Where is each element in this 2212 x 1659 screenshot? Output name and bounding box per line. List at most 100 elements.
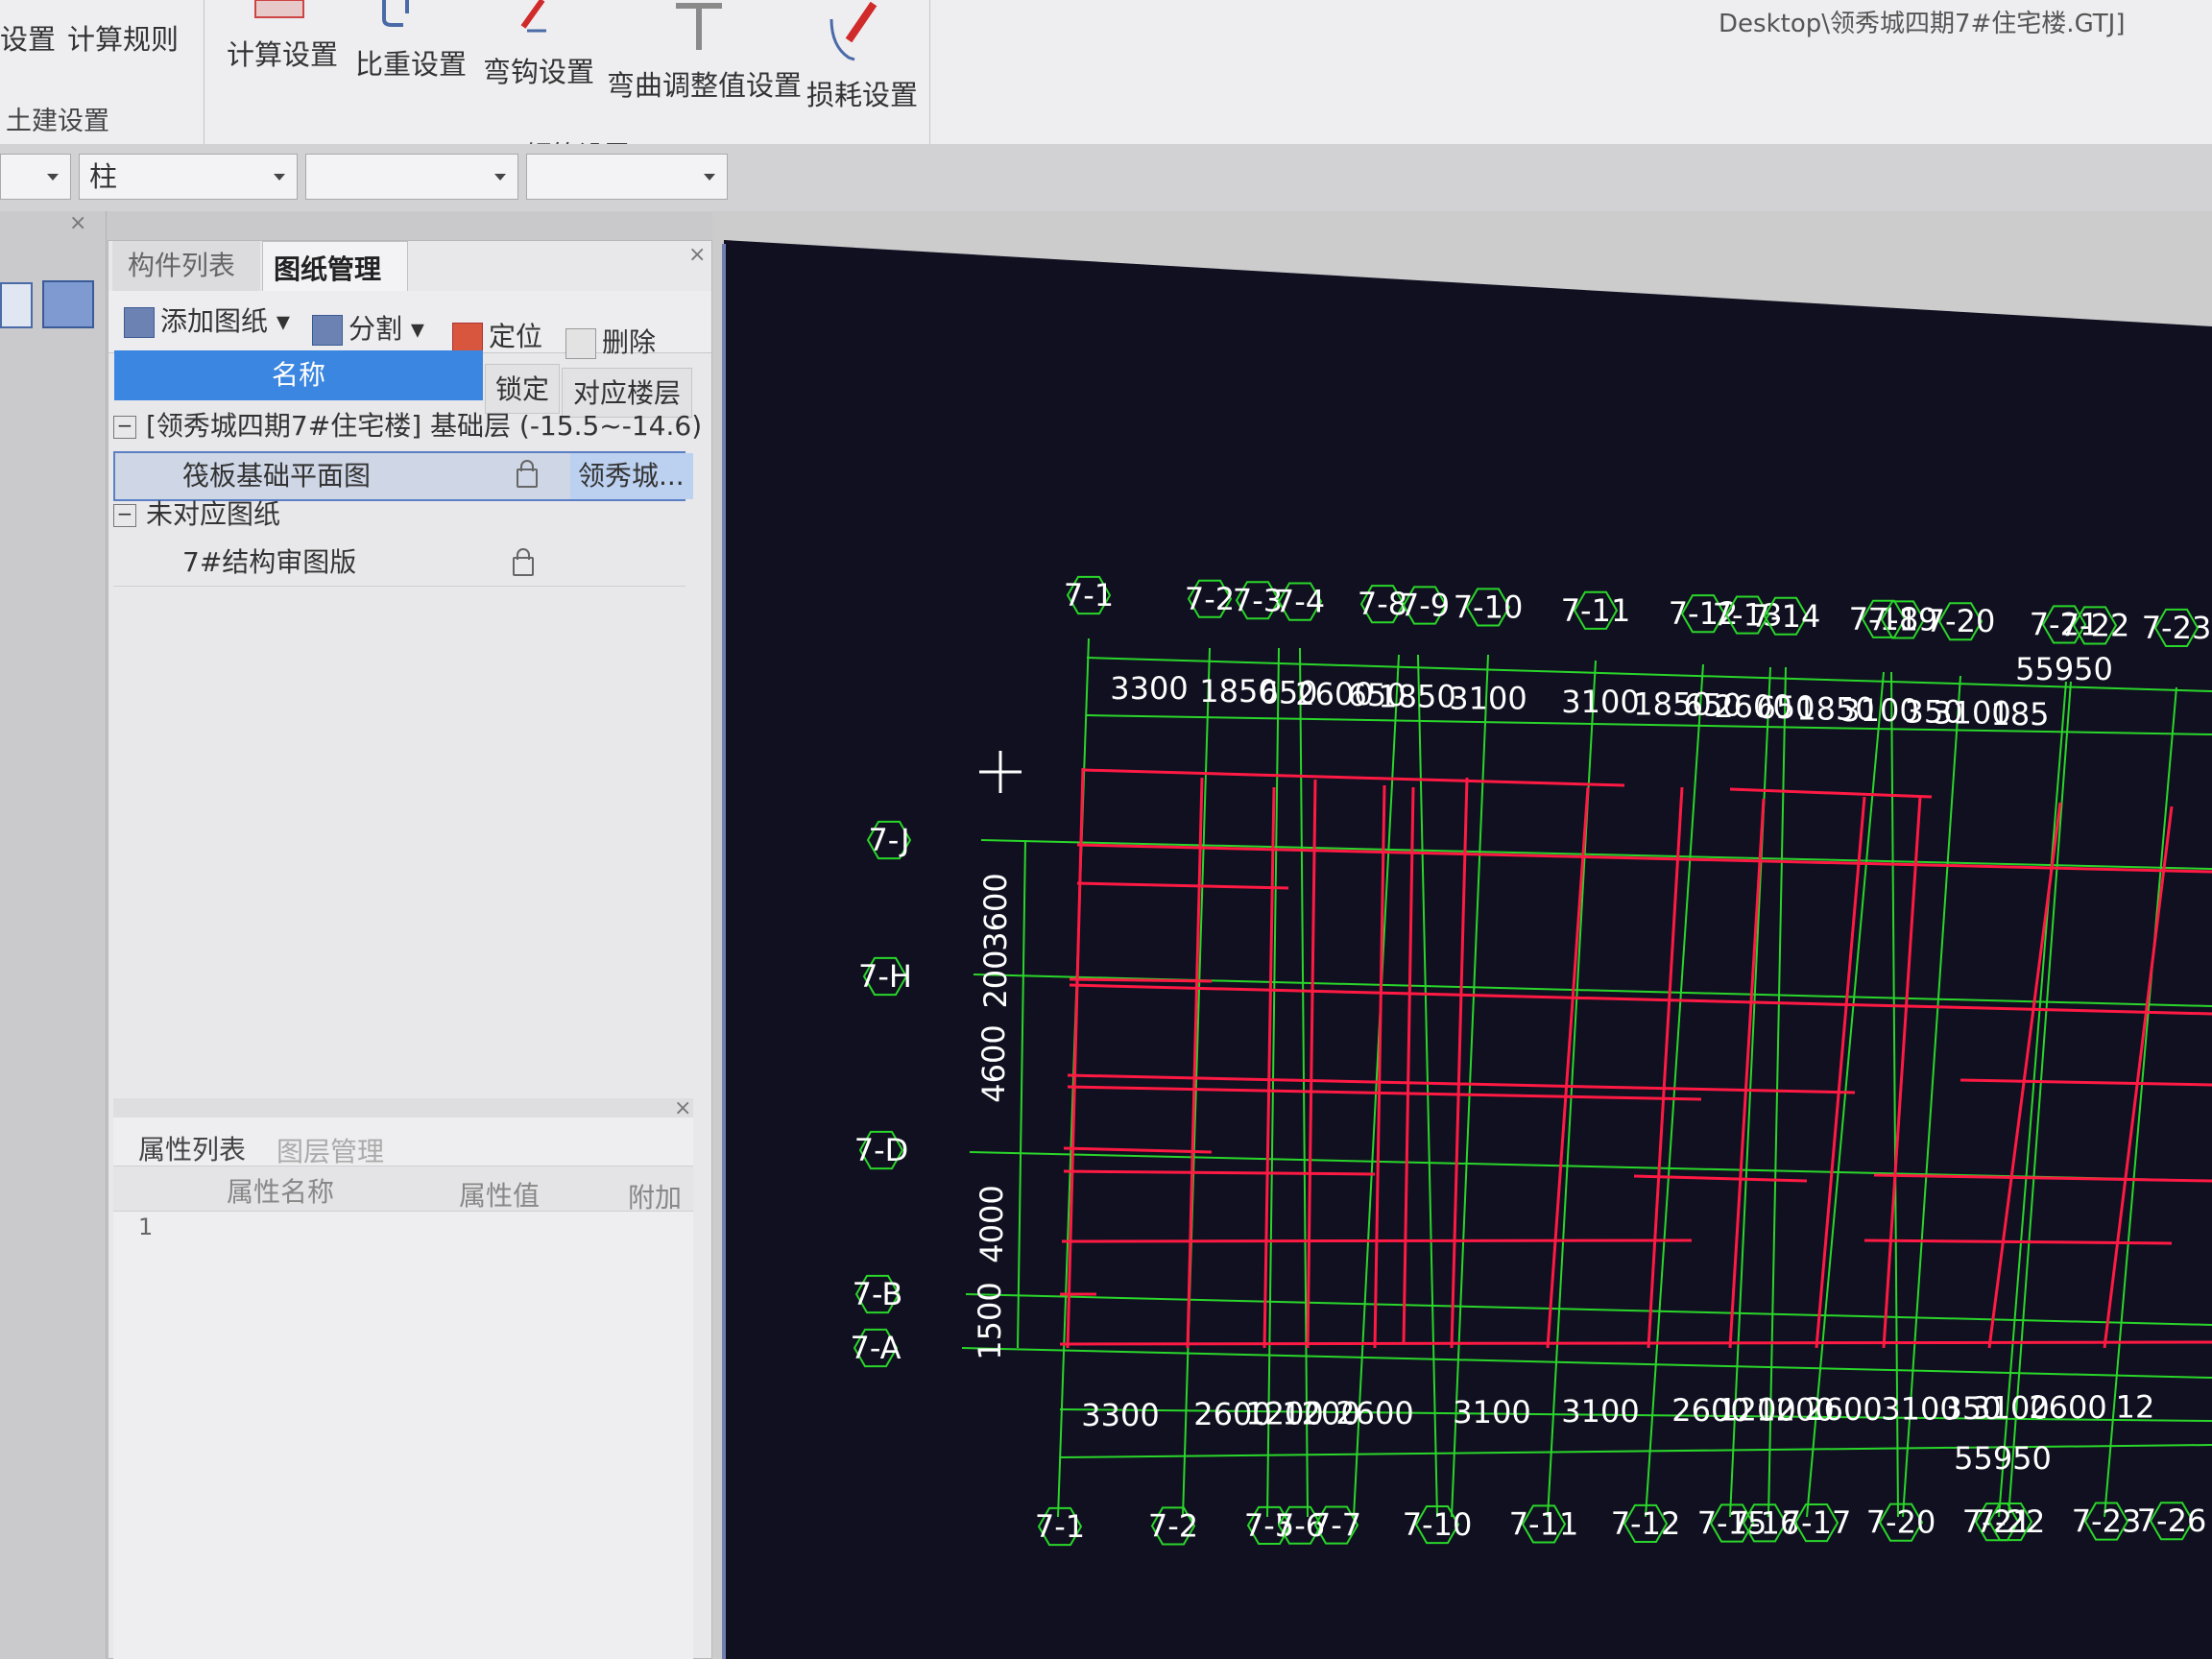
dimension-label-bottom: 2600 bbox=[2029, 1389, 2106, 1426]
property-header bbox=[113, 1166, 693, 1212]
column-attr-value: 属性值 bbox=[459, 1180, 541, 1212]
lock-icon[interactable] bbox=[513, 548, 534, 576]
bottom-total-dimension: 55950 bbox=[1954, 1440, 2052, 1477]
window-title-path: Desktop\领秀城四期7#住宅楼.GTJ] bbox=[1719, 10, 2126, 38]
axis-label-top: 7-2 bbox=[1185, 581, 1235, 617]
axis-label-bottom: 7-11 bbox=[1509, 1505, 1579, 1542]
close-icon[interactable]: × bbox=[688, 243, 706, 267]
weight-settings-icon bbox=[382, 0, 409, 27]
tab-property-list[interactable]: 属性列表 bbox=[138, 1129, 246, 1167]
calc-settings-icon bbox=[254, 0, 304, 18]
close-icon[interactable]: × bbox=[69, 211, 86, 235]
dimension-label-top: 3300 bbox=[1110, 670, 1188, 707]
axis-label-top: 7-1 bbox=[1064, 577, 1114, 613]
ribbon-separator bbox=[929, 0, 930, 144]
ribbon-wangoushezhi[interactable]: 弯钩设置 bbox=[483, 50, 594, 90]
combo-category[interactable] bbox=[0, 154, 71, 200]
axis-label-top: 7-10 bbox=[1454, 589, 1524, 625]
tree-row-unmatched-label: 未对应图纸 bbox=[146, 498, 281, 530]
locate-label: 定位 bbox=[489, 321, 543, 352]
selector-bar: 柱 bbox=[0, 144, 2212, 211]
tab-layer-management[interactable]: 图层管理 bbox=[276, 1131, 384, 1169]
drawing-name: 7#结构审图版 bbox=[182, 546, 357, 578]
tree-row-drawing[interactable]: 7#结构审图版 bbox=[113, 540, 685, 587]
ribbon-sunhaoshezhi[interactable]: 损耗设置 bbox=[806, 73, 918, 113]
dimension-label-left: 4000 bbox=[974, 1185, 1010, 1262]
dimension-label-top: 1850 bbox=[1378, 678, 1455, 714]
splitter[interactable] bbox=[113, 1098, 693, 1118]
axis-label-top: 7-9 bbox=[1400, 588, 1450, 624]
dimension-label-top: 3100 bbox=[1561, 684, 1639, 720]
bend-adjust-icon bbox=[676, 3, 722, 50]
axis-label-bottom: 7-22 bbox=[1976, 1503, 2046, 1540]
dimension-label-left: 1500 bbox=[972, 1282, 1008, 1359]
ribbon-bizhongshezhi[interactable]: 比重设置 bbox=[355, 42, 467, 83]
property-panel: 属性列表 图层管理 属性名称 属性值 附加 1 bbox=[113, 1118, 693, 1659]
dimension-label-bottom: 3300 bbox=[1081, 1397, 1159, 1433]
axis-label-bottom: 7-10 bbox=[1403, 1506, 1473, 1543]
axis-label-bottom: 7-23 bbox=[2072, 1503, 2142, 1540]
tree-row-group[interactable]: − [领秀城四期7#住宅楼] 基础层 (-15.5~-14.6) bbox=[113, 403, 702, 449]
dimension-label-bottom: 2600 bbox=[1804, 1391, 1882, 1428]
add-drawing-label: 添加图纸 bbox=[160, 305, 269, 337]
beam-line bbox=[1069, 977, 1213, 983]
cad-drawing-canvas[interactable]: 55950 55950 7-1 7-27-37-4 7-87-9 7-10 7-11 7-… bbox=[712, 211, 2212, 1659]
tab-drawing-management[interactable]: 图纸管理 bbox=[274, 249, 381, 287]
ribbon-jisuanshezhi[interactable]: 计算设置 bbox=[227, 33, 338, 73]
column-header-name[interactable]: 名称 bbox=[114, 350, 483, 400]
dimension-label-left: 200 bbox=[977, 950, 1014, 1008]
combo-component-type[interactable]: 柱 bbox=[79, 154, 298, 200]
axis-label-bottom: 7-26 bbox=[2137, 1503, 2207, 1539]
collapse-icon[interactable]: − bbox=[113, 504, 136, 527]
beam-line bbox=[1059, 1340, 2212, 1346]
axis-label-left: 7-A bbox=[850, 1330, 901, 1366]
combo-layer[interactable] bbox=[526, 154, 728, 200]
combo-component-type-value: 柱 bbox=[89, 160, 118, 193]
column-attr-name: 属性名称 bbox=[227, 1176, 335, 1208]
axis-label-top: 7-22 bbox=[2060, 607, 2130, 643]
dimension-label-top: 3100 bbox=[1449, 681, 1527, 717]
list-view-icon[interactable] bbox=[0, 282, 33, 328]
axis-label-bottom: 7-17 bbox=[1782, 1504, 1852, 1541]
axis-label-left: 7-D bbox=[854, 1132, 909, 1168]
axis-label-top: 7-23 bbox=[2142, 610, 2212, 646]
loss-settings-icon bbox=[830, 1, 878, 61]
delete-icon bbox=[565, 328, 596, 359]
axis-label-bottom: 7-2 bbox=[1148, 1507, 1198, 1544]
ribbon-jisuanguize[interactable]: 计算规则 bbox=[67, 17, 179, 58]
tab-component-list[interactable]: 构件列表 bbox=[128, 245, 235, 283]
chevron-down-icon bbox=[47, 174, 59, 180]
split-icon bbox=[312, 315, 343, 346]
grid-view-icon[interactable] bbox=[42, 280, 94, 328]
chevron-down-icon bbox=[704, 174, 715, 180]
collapse-icon[interactable]: − bbox=[113, 416, 136, 439]
group-label-tujian: 土建设置 bbox=[6, 107, 109, 136]
tree-row-unmatched[interactable]: − 未对应图纸 bbox=[113, 492, 685, 538]
axis-label-left: 7-J bbox=[868, 822, 909, 858]
top-total-dimension: 55950 bbox=[2015, 651, 2113, 687]
ribbon-shezhi[interactable]: 设置 bbox=[0, 17, 56, 58]
combo-component-name[interactable] bbox=[305, 154, 518, 200]
split-button[interactable]: 分割 ▾ bbox=[312, 308, 424, 347]
lock-icon[interactable] bbox=[517, 460, 538, 488]
add-drawing-icon bbox=[124, 307, 155, 338]
dimension-label-left: 4600 bbox=[975, 1024, 1012, 1102]
dimension-label-bottom: 2600 bbox=[1335, 1395, 1413, 1431]
property-row-number: 1 bbox=[138, 1214, 154, 1240]
delete-button[interactable]: 删除 bbox=[565, 322, 656, 360]
axis-label-top: 7-20 bbox=[1926, 603, 1996, 639]
axis-label-bottom: 7-7 bbox=[1311, 1507, 1361, 1544]
add-drawing-button[interactable]: 添加图纸 ▾ bbox=[124, 301, 290, 339]
column-extra: 附加 bbox=[628, 1182, 683, 1214]
locate-button[interactable]: 定位 bbox=[452, 316, 542, 354]
locate-icon bbox=[452, 323, 483, 353]
ribbon-wanqutiaozheng[interactable]: 弯曲调整值设置 bbox=[607, 63, 802, 104]
dimension-label-bottom: 12 bbox=[2116, 1389, 2155, 1426]
chevron-down-icon bbox=[274, 174, 285, 180]
axis-label-top: 7-4 bbox=[1275, 584, 1325, 620]
left-nav-strip: × bbox=[0, 211, 107, 1659]
ribbon: 设置 计算规则 土建设置 计算设置 比重设置 弯钩设置 弯曲调整值设置 损耗设置… bbox=[0, 0, 2212, 171]
chevron-down-icon bbox=[494, 174, 506, 180]
dimension-label-left: 3600 bbox=[977, 873, 1014, 950]
axis-label-top: 7-14 bbox=[1751, 598, 1821, 635]
